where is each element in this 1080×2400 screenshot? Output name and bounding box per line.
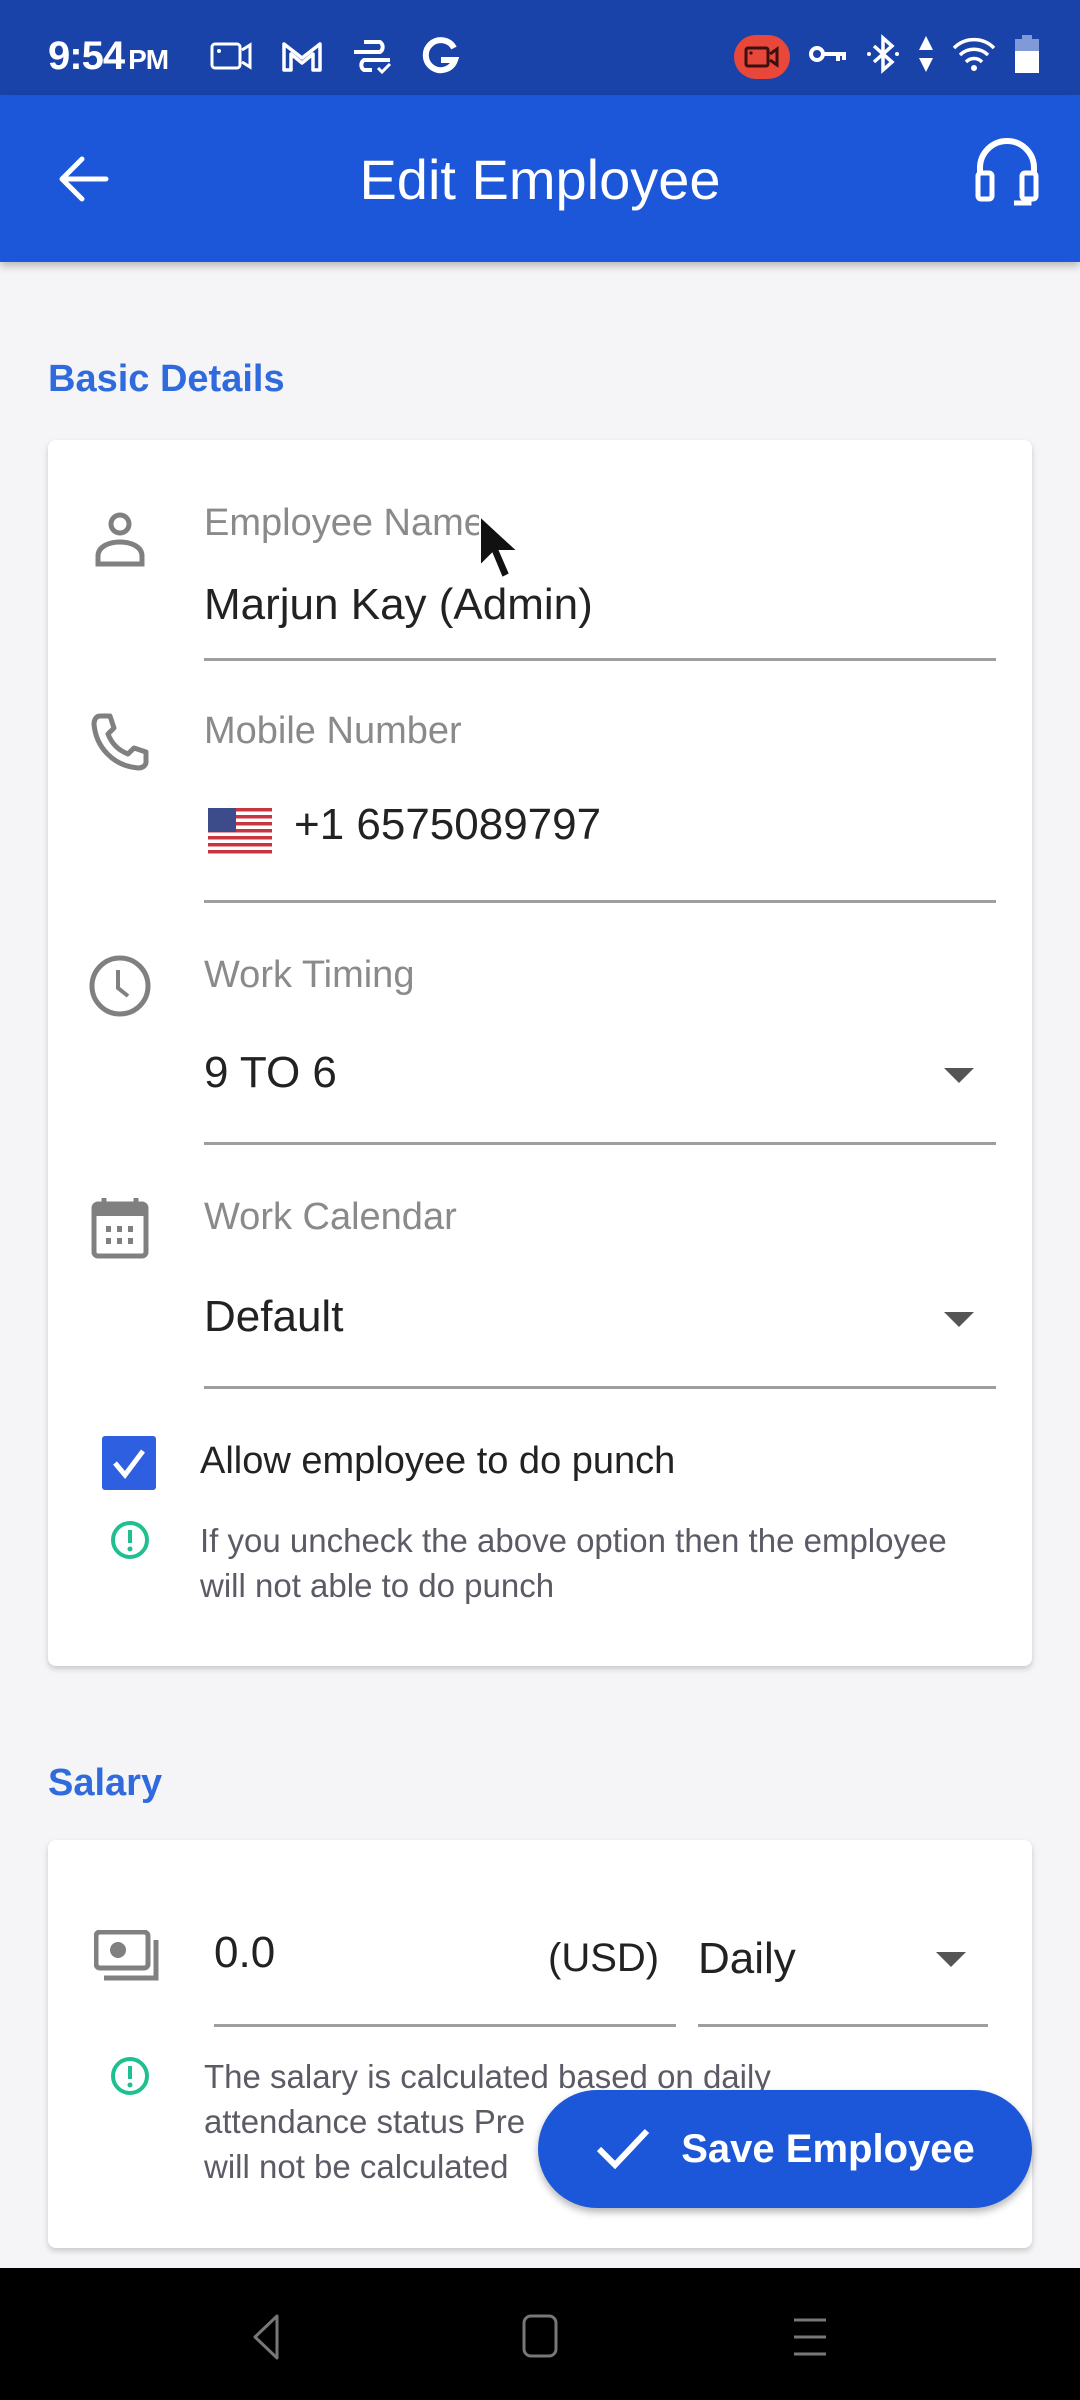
work-timing-dropdown-arrow-icon[interactable]	[944, 1068, 974, 1083]
google-icon	[420, 36, 460, 81]
app-bar: Edit Employee	[0, 95, 1080, 262]
section-title-basic-details: Basic Details	[48, 358, 285, 400]
mouse-cursor-icon	[478, 513, 522, 584]
battery-icon	[1014, 34, 1040, 79]
nav-back-icon	[253, 2314, 279, 2360]
salary-period-select[interactable]: Daily	[698, 1934, 796, 1984]
work-calendar-dropdown-arrow-icon[interactable]	[944, 1312, 974, 1327]
status-time: 9:54 PM	[48, 34, 169, 79]
punch-info-text: If you uncheck the above option then the…	[200, 1522, 947, 1604]
employee-name-underline	[204, 658, 996, 661]
status-bar: 9:54 PM	[0, 0, 1080, 95]
employee-name-input[interactable]: Marjun Kay (Admin)	[204, 580, 593, 630]
bluetooth-icon	[866, 34, 900, 79]
page-title: Edit Employee	[359, 148, 721, 211]
info-icon	[110, 1520, 150, 1560]
salary-amount-input[interactable]: 0.0	[214, 1928, 275, 1978]
mobile-number-label: Mobile Number	[204, 710, 462, 752]
sync-app-icon	[350, 38, 394, 79]
screen-record-icon	[734, 34, 790, 79]
system-nav-bar	[0, 2268, 1080, 2400]
work-timing-select[interactable]: 9 TO 6	[204, 1048, 337, 1098]
video-call-icon	[210, 40, 254, 77]
currency-label: (USD)	[548, 1936, 660, 1980]
work-calendar-underline	[204, 1386, 996, 1389]
vpn-key-icon	[808, 42, 848, 71]
checkmark-icon	[597, 2128, 650, 2170]
phone-icon	[88, 710, 152, 774]
salary-amount-underline	[214, 2024, 676, 2027]
work-timing-label: Work Timing	[204, 954, 415, 996]
status-time-text: 9:54	[48, 34, 125, 78]
calendar-icon	[88, 1196, 152, 1260]
work-calendar-select[interactable]: Default	[204, 1292, 343, 1342]
nav-home-icon	[522, 2314, 558, 2358]
status-ampm: PM	[128, 44, 169, 75]
clock-icon	[88, 954, 152, 1018]
info-icon	[110, 2056, 150, 2096]
allow-punch-label[interactable]: Allow employee to do punch	[200, 1440, 675, 1483]
nav-recents-button[interactable]	[775, 2302, 845, 2372]
work-timing-underline	[204, 1142, 996, 1145]
salary-period-underline	[698, 2024, 988, 2027]
employee-name-label: Employee Name	[204, 502, 485, 544]
data-arrows-icon	[918, 34, 934, 79]
mobile-number-underline	[204, 900, 996, 903]
work-calendar-label: Work Calendar	[204, 1196, 457, 1238]
section-title-salary: Salary	[48, 1762, 163, 1804]
save-employee-button[interactable]: Save Employee	[538, 2090, 1032, 2208]
mobile-number-input[interactable]: +1 6575089797	[294, 800, 601, 850]
nav-home-button[interactable]	[505, 2302, 575, 2372]
wifi-icon	[952, 36, 996, 77]
nav-recents-icon	[794, 2318, 826, 2356]
us-flag-icon[interactable]	[208, 808, 272, 854]
allow-punch-checkbox[interactable]	[102, 1436, 156, 1490]
salary-period-dropdown-arrow-icon[interactable]	[936, 1952, 966, 1967]
support-button[interactable]	[974, 135, 1040, 207]
gmail-icon	[280, 38, 324, 79]
checkmark-icon	[113, 1449, 145, 1480]
person-icon	[88, 506, 152, 570]
basic-details-card: Employee Name Marjun Kay (Admin) Mobile …	[48, 440, 1032, 1666]
money-icon	[93, 1929, 164, 1986]
headset-icon	[975, 138, 1039, 206]
save-employee-label: Save Employee	[681, 2126, 975, 2171]
nav-back-button[interactable]	[232, 2302, 302, 2372]
